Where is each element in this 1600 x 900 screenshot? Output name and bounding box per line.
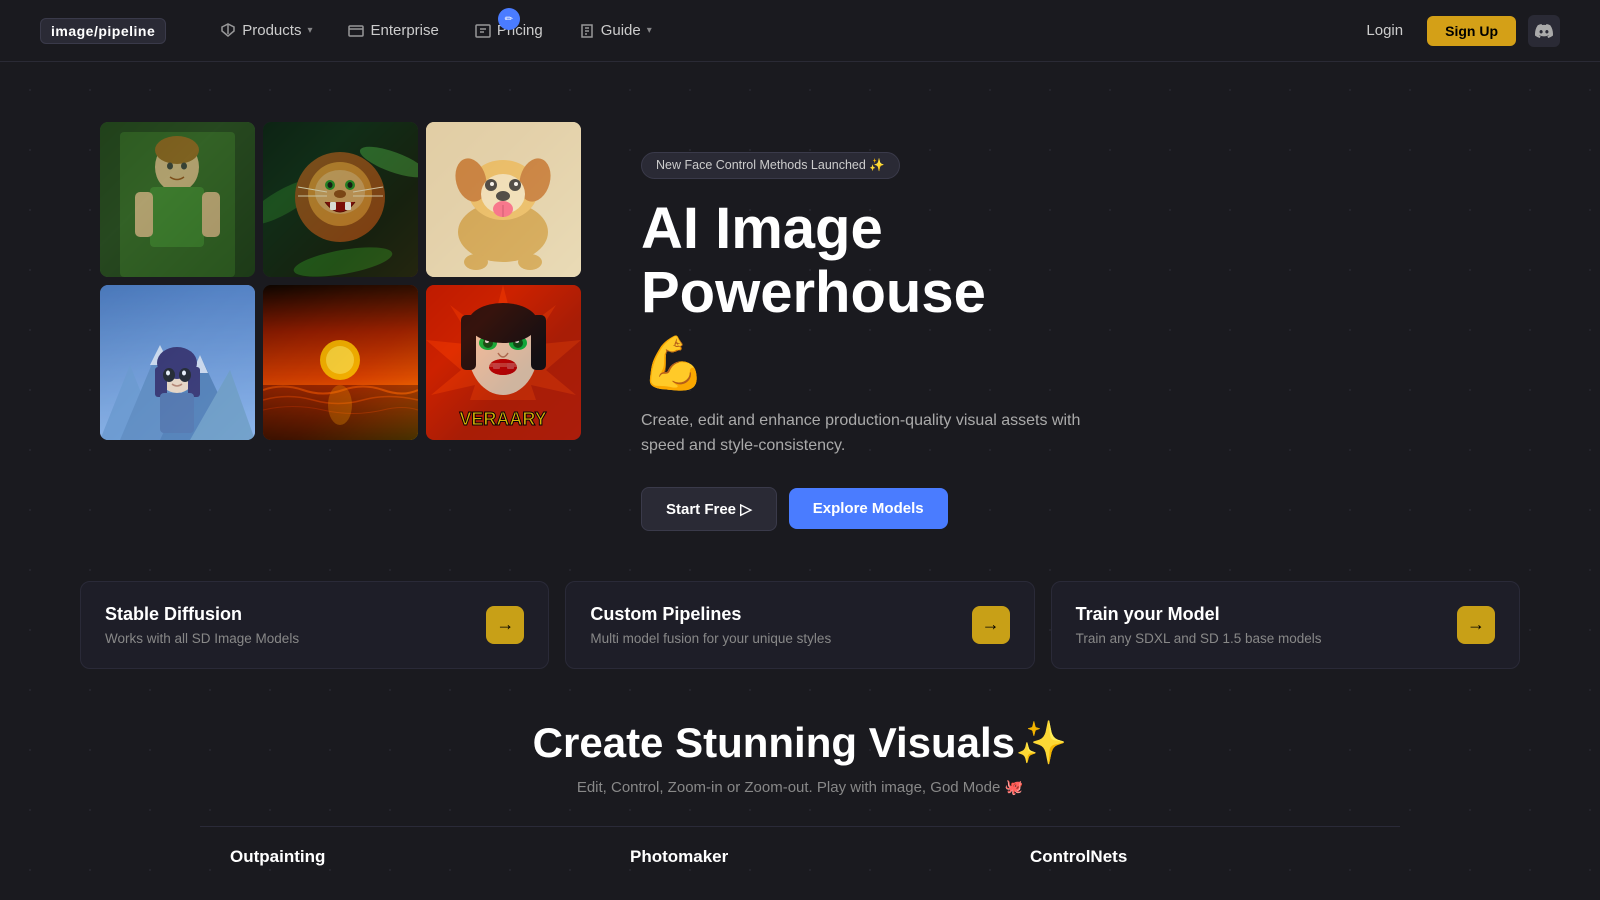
stable-diffusion-title: Stable Diffusion [105,604,299,625]
bottom-subtitle: Edit, Control, Zoom-in or Zoom-out. Play… [80,778,1520,796]
nav-links: Products ▾ Enterprise ✏ Pricing [206,16,1354,45]
grid-image-lion [263,122,418,277]
hero-badge: New Face Control Methods Launched ✨ [641,152,900,179]
bottom-feature-photomaker[interactable]: Photomaker [600,826,1000,887]
bottom-features: Outpainting Photomaker ControlNets [0,806,1600,887]
hero-section: New Face Control Methods Launched ✨ AI I… [641,122,1121,531]
bottom-feature-outpainting[interactable]: Outpainting [200,826,600,887]
hero-badge-text: New Face Control Methods Launched ✨ [656,158,885,173]
nav-link-pricing[interactable]: ✏ Pricing [461,16,557,45]
nav-guide-label: Guide [601,22,641,39]
logo[interactable]: image/pipeline [40,18,166,44]
guide-dropdown-icon: ▾ [647,25,652,36]
grid-image-dog [426,122,581,277]
train-model-arrow[interactable]: → [1457,606,1495,644]
nav-link-guide[interactable]: Guide ▾ [565,16,666,45]
hero-emoji: 💪 [641,333,1121,394]
outpainting-title: Outpainting [230,847,570,867]
custom-pipelines-arrow[interactable]: → [972,606,1010,644]
products-dropdown-icon: ▾ [307,25,312,36]
grid-image-comic: VERAARY [426,285,581,440]
feature-card-custom-pipelines[interactable]: Custom Pipelines Multi model fusion for … [565,581,1034,669]
grid-image-sunset [263,285,418,440]
bottom-section: Create Stunning Visuals✨ Edit, Control, … [0,699,1600,806]
grid-image-boy [100,122,255,277]
train-model-desc: Train any SDXL and SD 1.5 base models [1076,631,1322,646]
nav-right: Login Sign Up [1354,15,1560,47]
bottom-title: Create Stunning Visuals✨ [80,719,1520,768]
stable-diffusion-arrow[interactable]: → [486,606,524,644]
login-button[interactable]: Login [1354,16,1415,45]
feature-card-train-model[interactable]: Train your Model Train any SDXL and SD 1… [1051,581,1520,669]
stable-diffusion-desc: Works with all SD Image Models [105,631,299,646]
train-model-title: Train your Model [1076,604,1322,625]
hero-buttons: Start Free ▷ Explore Models [641,487,1121,531]
explore-models-button[interactable]: Explore Models [789,488,948,529]
logo-text: image/pipeline [51,23,155,39]
hero-subtitle: Create, edit and enhance production-qual… [641,408,1081,459]
navbar: image/pipeline Products ▾ Enterprise ✏ [0,0,1600,62]
nav-link-products[interactable]: Products ▾ [206,16,326,45]
bottom-feature-controlnets[interactable]: ControlNets [1000,826,1400,887]
feature-card-stable-diffusion[interactable]: Stable Diffusion Works with all SD Image… [80,581,549,669]
custom-pipelines-desc: Multi model fusion for your unique style… [590,631,831,646]
cursor-indicator: ✏ [498,8,520,30]
photomaker-title: Photomaker [630,847,970,867]
custom-pipelines-title: Custom Pipelines [590,604,831,625]
start-free-button[interactable]: Start Free ▷ [641,487,777,531]
svg-text:VERAARY: VERAARY [459,409,546,429]
main-content: VERAARY [0,62,1600,531]
nav-enterprise-label: Enterprise [370,22,438,39]
feature-cards-section: Stable Diffusion Works with all SD Image… [0,551,1600,699]
nav-products-label: Products [242,22,301,39]
image-grid: VERAARY [100,122,581,440]
grid-image-anime [100,285,255,440]
nav-link-enterprise[interactable]: Enterprise [334,16,452,45]
controlnets-title: ControlNets [1030,847,1370,867]
signup-button[interactable]: Sign Up [1427,16,1516,46]
hero-title: AI Image Powerhouse [641,197,1121,325]
discord-button[interactable] [1528,15,1560,47]
